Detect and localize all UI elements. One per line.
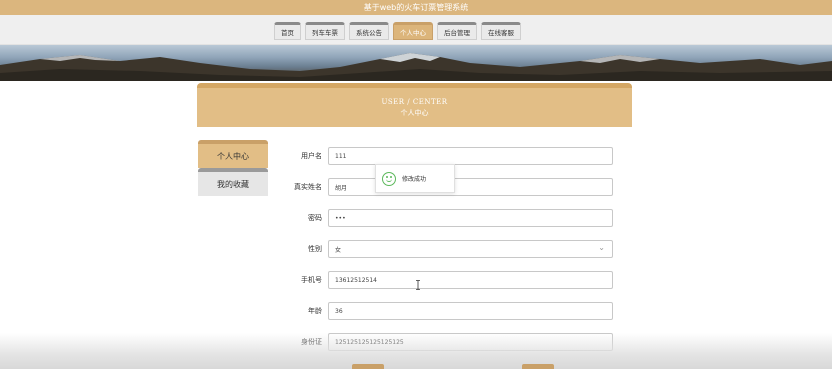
password-input[interactable]: ••• xyxy=(328,209,613,227)
username-input[interactable]: 111 xyxy=(328,147,613,165)
phone-label: 手机号 xyxy=(301,276,322,284)
user-center-header: USER / CENTER 个人中心 xyxy=(197,83,632,127)
toast-message: 修改成功 xyxy=(402,176,427,183)
nav-home[interactable]: 首页 xyxy=(274,22,301,40)
row-username: 用户名 111 xyxy=(290,147,613,165)
nav-online-service[interactable]: 在线客服 xyxy=(481,22,521,40)
system-title: 基于web的火车订票管理系统 xyxy=(0,0,832,15)
text-cursor-icon xyxy=(416,280,420,290)
age-input[interactable]: 36 xyxy=(328,302,613,320)
mountain-landscape xyxy=(0,53,832,81)
header-title-cn: 个人中心 xyxy=(400,109,429,117)
username-label: 用户名 xyxy=(301,152,322,160)
idcard-label: 身份证 xyxy=(301,338,322,346)
banner-image xyxy=(0,45,832,81)
side-menu: 个人中心 我的收藏 xyxy=(198,140,268,196)
nav-personal-center[interactable]: 个人中心 xyxy=(393,22,433,40)
row-idcard: 身份证 125125125125125125 xyxy=(290,333,613,351)
smile-icon xyxy=(382,171,396,186)
realname-input[interactable]: 胡月 xyxy=(328,178,613,196)
success-toast: 修改成功 xyxy=(375,164,455,193)
row-password: 密码 ••• xyxy=(290,209,613,227)
nav-items: 首页 列车车票 系统公告 个人中心 后台管理 在线客服 xyxy=(274,22,521,40)
header-title-en: USER / CENTER xyxy=(381,98,448,106)
side-item-personal-center[interactable]: 个人中心 xyxy=(198,140,268,168)
top-nav: 首页 列车车票 系统公告 个人中心 后台管理 在线客服 xyxy=(0,15,832,45)
side-item-my-favorites[interactable]: 我的收藏 xyxy=(198,168,268,196)
age-label: 年龄 xyxy=(308,307,322,315)
row-phone: 手机号 13612512514 xyxy=(290,271,613,289)
password-label: 密码 xyxy=(308,214,322,222)
page: 基于web的火车订票管理系统 首页 列车车票 系统公告 个人中心 后台管理 在线… xyxy=(0,0,832,369)
gender-label: 性别 xyxy=(308,245,322,253)
realname-label: 真实姓名 xyxy=(294,183,322,191)
bottom-button-left[interactable] xyxy=(352,364,384,369)
row-age: 年龄 36 xyxy=(290,302,613,320)
phone-input[interactable]: 13612512514 xyxy=(328,271,613,289)
idcard-input[interactable]: 125125125125125125 xyxy=(328,333,613,351)
bottom-button-right[interactable] xyxy=(522,364,554,369)
nav-train-tickets[interactable]: 列车车票 xyxy=(305,22,345,40)
gender-select[interactable]: 女 xyxy=(328,240,613,258)
nav-announcements[interactable]: 系统公告 xyxy=(349,22,389,40)
nav-admin[interactable]: 后台管理 xyxy=(437,22,477,40)
row-gender: 性别 女 xyxy=(290,240,613,258)
